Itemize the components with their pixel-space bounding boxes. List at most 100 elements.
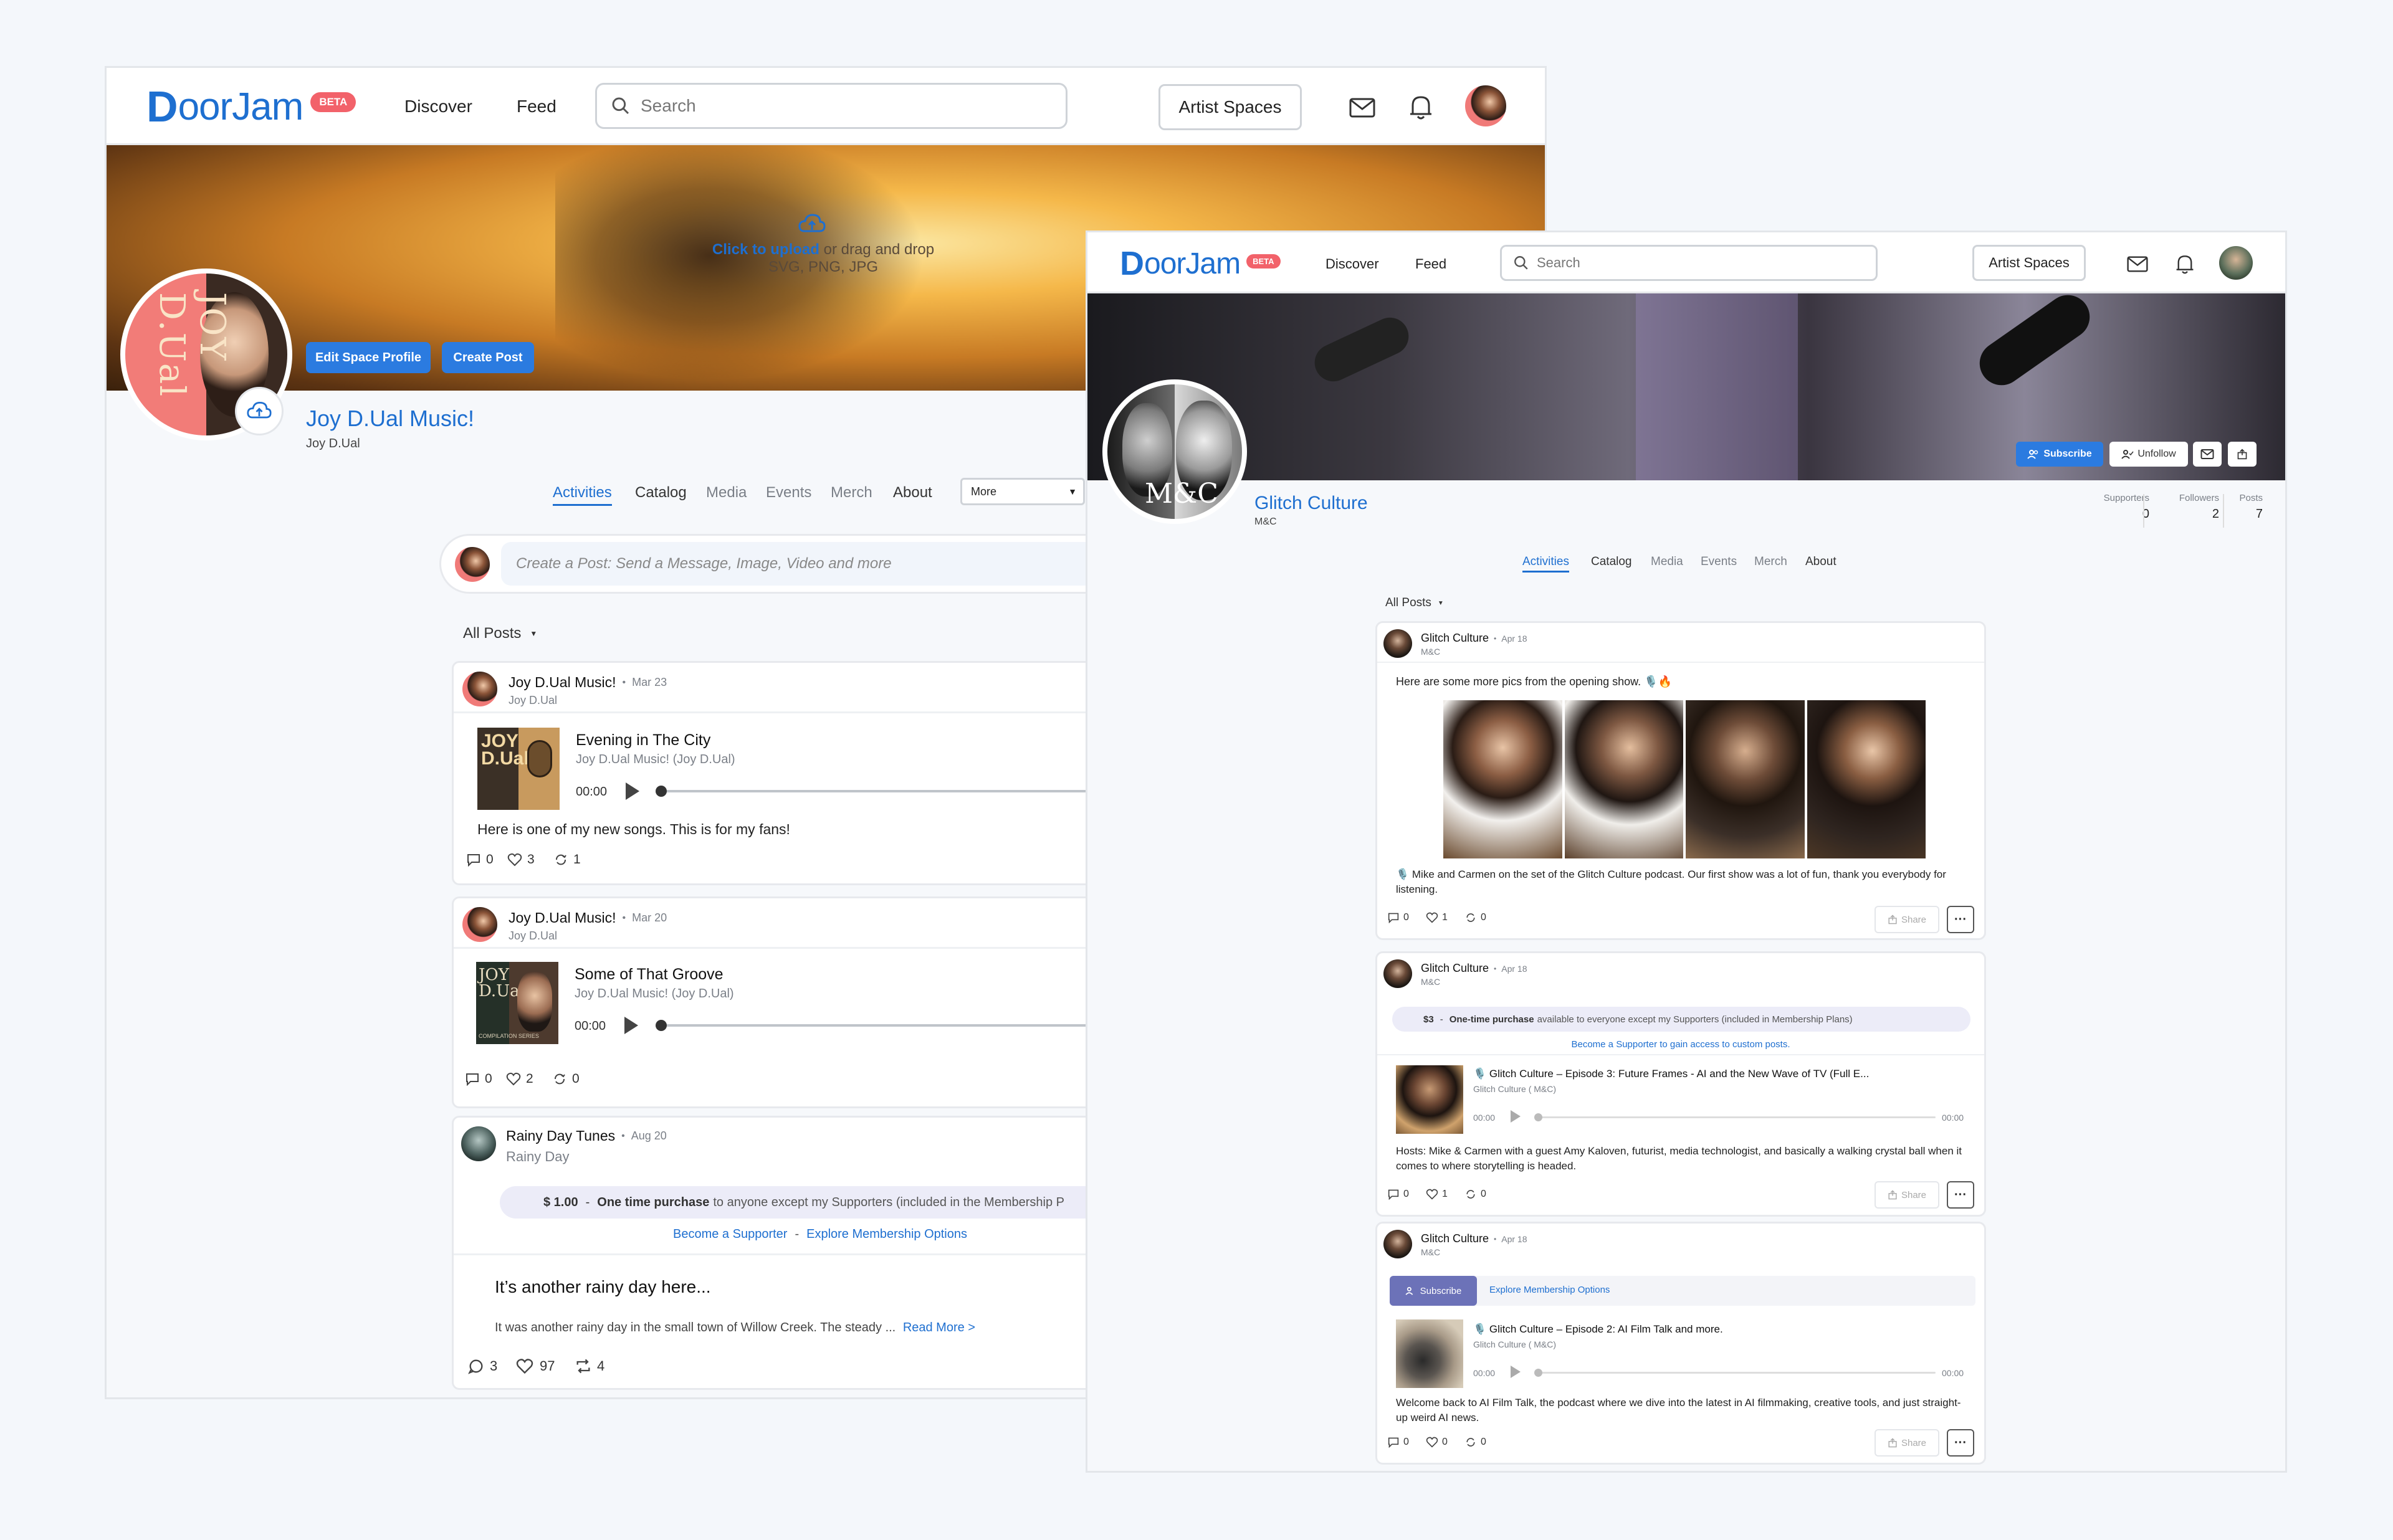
create-post-button[interactable]: Create Post <box>442 342 534 373</box>
tab-media[interactable]: Media <box>1651 555 1683 569</box>
repost-count[interactable]: 4 <box>575 1358 604 1374</box>
post-title[interactable]: It’s another rainy day here... <box>495 1277 711 1297</box>
track-title[interactable]: Evening in The City <box>576 731 710 749</box>
become-supporter-link[interactable]: Become a Supporter <box>673 1227 787 1242</box>
like-count[interactable]: 2 <box>506 1072 533 1086</box>
nav-discover[interactable]: Discover <box>404 97 472 116</box>
nav-discover[interactable]: Discover <box>1325 256 1379 272</box>
tab-about[interactable]: About <box>893 484 932 501</box>
progress-handle[interactable] <box>1534 1113 1542 1121</box>
user-avatar[interactable] <box>2219 246 2253 280</box>
progress-handle[interactable] <box>656 786 667 797</box>
posts-filter[interactable]: All Posts ▼ <box>1385 596 1444 610</box>
edit-space-profile-button[interactable]: Edit Space Profile <box>306 342 431 373</box>
gallery-image[interactable] <box>1564 700 1683 858</box>
unfollow-button[interactable]: Unfollow <box>2109 442 2188 467</box>
share-button[interactable]: Share <box>1875 1429 1939 1457</box>
post-author[interactable]: Glitch Culture <box>1421 962 1489 975</box>
post-avatar[interactable] <box>1383 629 1412 658</box>
tab-events[interactable]: Events <box>766 484 811 501</box>
track-artist[interactable]: Glitch Culture ( M&C) <box>1473 1084 1556 1094</box>
tab-activities[interactable]: Activities <box>553 484 612 506</box>
post-author[interactable]: Rainy Day Tunes <box>506 1128 615 1144</box>
share-button[interactable]: Share <box>1875 906 1939 933</box>
comment-count[interactable]: 0 <box>1387 912 1409 923</box>
tab-merch[interactable]: Merch <box>831 484 872 501</box>
post-author[interactable]: Joy D.Ual Music! <box>509 674 616 691</box>
track-title[interactable]: 🎙️ Glitch Culture – Episode 3: Future Fr… <box>1473 1068 1869 1080</box>
play-icon[interactable] <box>1511 1366 1521 1378</box>
track-artist[interactable]: Glitch Culture ( M&C) <box>1473 1339 1556 1349</box>
mail-icon[interactable] <box>2127 256 2148 272</box>
search-input[interactable]: Search <box>595 83 1068 129</box>
artist-spaces-button[interactable]: Artist Spaces <box>1158 84 1302 130</box>
track-title[interactable]: 🎙️ Glitch Culture – Episode 2: AI Film T… <box>1473 1323 1723 1336</box>
tab-merch[interactable]: Merch <box>1754 555 1787 569</box>
tab-media[interactable]: Media <box>706 484 747 501</box>
more-select[interactable]: More ▼ <box>960 478 1085 505</box>
track-artist[interactable]: Joy D.Ual Music! (Joy D.Ual) <box>576 753 735 767</box>
tab-activities[interactable]: Activities <box>1522 555 1569 573</box>
doorjam-logo[interactable]: D oorJam BETA <box>146 82 356 131</box>
like-count[interactable]: 97 <box>516 1358 555 1374</box>
repost-count[interactable]: 0 <box>552 1072 580 1086</box>
tab-catalog[interactable]: Catalog <box>1591 555 1632 569</box>
play-icon[interactable] <box>1511 1110 1521 1123</box>
track-artwork[interactable] <box>1396 1319 1463 1388</box>
post-author[interactable]: Glitch Culture <box>1421 632 1489 645</box>
explore-membership-link[interactable]: Explore Membership Options <box>1489 1285 1610 1295</box>
more-options-button[interactable]: ··· <box>1947 1429 1974 1457</box>
comment-count[interactable]: 0 <box>465 1072 492 1086</box>
message-button[interactable] <box>2193 442 2222 467</box>
profile-avatar[interactable]: M&C <box>1102 379 1247 524</box>
share-button[interactable] <box>2228 442 2257 467</box>
explore-membership-link[interactable]: Explore Membership Options <box>806 1227 967 1242</box>
play-icon[interactable] <box>626 782 639 800</box>
repost-count[interactable]: 1 <box>553 852 581 867</box>
progress-handle[interactable] <box>1534 1369 1542 1377</box>
play-icon[interactable] <box>624 1017 638 1034</box>
tab-about[interactable]: About <box>1805 555 1837 569</box>
bell-icon[interactable] <box>1409 94 1433 120</box>
progress-bar[interactable] <box>1537 1116 1936 1118</box>
user-avatar[interactable] <box>1465 85 1506 126</box>
gallery-image[interactable] <box>1686 700 1805 858</box>
progress-bar[interactable] <box>1537 1372 1936 1374</box>
repost-count[interactable]: 0 <box>1464 1189 1486 1200</box>
posts-filter[interactable]: All Posts ▼ <box>463 625 537 642</box>
post-author[interactable]: Glitch Culture <box>1421 1232 1489 1245</box>
post-avatar[interactable] <box>462 907 497 942</box>
track-artist[interactable]: Joy D.Ual Music! (Joy D.Ual) <box>575 987 734 1001</box>
mail-icon[interactable] <box>1349 98 1375 118</box>
like-count[interactable]: 3 <box>507 852 535 867</box>
like-count[interactable]: 0 <box>1426 1437 1448 1448</box>
post-avatar[interactable] <box>1383 959 1412 988</box>
repost-count[interactable]: 0 <box>1464 912 1486 923</box>
comment-count[interactable]: 3 <box>467 1358 497 1374</box>
read-more-link[interactable]: Read More > <box>903 1321 975 1334</box>
subscribe-button[interactable]: Subscribe <box>2016 442 2103 467</box>
share-button[interactable]: Share <box>1875 1181 1939 1209</box>
more-options-button[interactable]: ··· <box>1947 906 1974 933</box>
image-gallery[interactable] <box>1443 700 1926 858</box>
more-options-button[interactable]: ··· <box>1947 1181 1974 1209</box>
track-title[interactable]: Some of That Groove <box>575 966 724 984</box>
comment-count[interactable]: 0 <box>466 852 494 867</box>
gallery-image[interactable] <box>1807 700 1926 858</box>
post-avatar[interactable] <box>461 1126 496 1161</box>
search-input[interactable]: Search <box>1500 245 1878 281</box>
post-avatar[interactable] <box>1383 1230 1412 1258</box>
nav-feed[interactable]: Feed <box>517 97 556 116</box>
become-supporter-link[interactable]: Become a Supporter to gain access to cus… <box>1377 1039 1984 1050</box>
post-author[interactable]: Joy D.Ual Music! <box>509 910 616 926</box>
cloud-upload-icon[interactable] <box>798 214 826 235</box>
repost-count[interactable]: 0 <box>1464 1437 1486 1448</box>
doorjam-logo[interactable]: D oorJam BETA <box>1120 245 1281 282</box>
subscribe-button[interactable]: Subscribe <box>1390 1276 1477 1306</box>
comment-count[interactable]: 0 <box>1387 1437 1409 1448</box>
avatar-upload-button[interactable] <box>235 387 284 435</box>
track-artwork[interactable] <box>1396 1065 1463 1134</box>
like-count[interactable]: 1 <box>1426 1189 1448 1200</box>
track-artwork[interactable]: JOY D.Ual <box>477 728 560 810</box>
tab-events[interactable]: Events <box>1701 555 1737 569</box>
